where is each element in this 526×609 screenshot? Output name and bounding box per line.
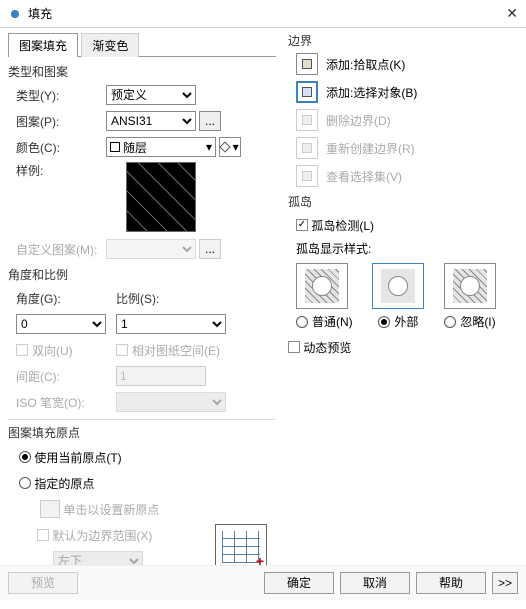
gap-input: 1	[116, 366, 206, 386]
remove-boundary-label: 删除边界(D)	[326, 112, 391, 129]
island-detect-checkbox[interactable]	[296, 219, 308, 231]
sample-label: 样例:	[16, 162, 106, 179]
use-current-label: 使用当前原点(T)	[34, 449, 121, 466]
island-style-label: 孤岛显示样式:	[296, 240, 496, 257]
island-normal-label: 普通(N)	[312, 313, 353, 330]
use-current-origin-radio[interactable]	[19, 451, 31, 463]
paperspace-label: 相对图纸空间(E)	[132, 342, 220, 359]
expand-button[interactable]: >>	[492, 572, 518, 594]
recreate-boundary-icon	[296, 137, 318, 159]
default-bound-checkbox	[37, 529, 49, 541]
type-select[interactable]: 预定义	[106, 85, 196, 105]
select-object-label[interactable]: 添加:选择对象(B)	[326, 84, 417, 101]
island-normal-button[interactable]	[296, 263, 348, 309]
group-type: 类型和图案 类型(Y): 预定义 图案(P): ANSI31 ... 颜色(C)…	[8, 63, 276, 260]
island-outer-button[interactable]	[372, 263, 424, 309]
bidir-label: 双向(U)	[32, 342, 73, 359]
view-selection-label: 查看选择集(V)	[326, 168, 402, 185]
custom-pattern-label: 自定义图案(M):	[16, 241, 106, 258]
island-detect-label: 孤岛检测(L)	[311, 217, 374, 234]
group-angle-title: 角度和比例	[8, 266, 276, 283]
island-normal-radio[interactable]	[296, 316, 308, 328]
group-boundary: 边界 添加:拾取点(K) 添加:选择对象(B) 删除边界(D) 重新创建边界(R…	[288, 32, 496, 187]
chevron-down-icon: ▾	[206, 140, 212, 154]
app-icon	[8, 7, 22, 21]
remove-boundary-icon	[296, 109, 318, 131]
angle-select[interactable]: 0	[16, 314, 106, 334]
help-button[interactable]: 帮助	[416, 572, 486, 594]
angle-label: 角度(G):	[16, 290, 116, 307]
origin-thumbnail	[215, 524, 267, 570]
click-set-label: 单击以设置新原点	[63, 501, 159, 518]
cancel-button[interactable]: 取消	[340, 572, 410, 594]
type-label: 类型(Y):	[16, 87, 106, 104]
group-origin-title: 图案填充原点	[8, 424, 276, 441]
ok-button[interactable]: 确定	[264, 572, 334, 594]
color-picker-button[interactable]: ▾	[219, 137, 241, 157]
specify-origin-radio[interactable]	[19, 477, 31, 489]
pick-point-label[interactable]: 添加:拾取点(K)	[326, 56, 405, 73]
titlebar: 填充 ✕	[0, 0, 526, 28]
pattern-swatch[interactable]	[126, 162, 196, 232]
color-swatch-icon	[110, 142, 120, 152]
island-ignore-radio[interactable]	[444, 316, 456, 328]
scale-label: 比例(S):	[116, 290, 206, 307]
island-outer-radio[interactable]	[378, 316, 390, 328]
specify-label: 指定的原点	[34, 475, 94, 492]
window-title: 填充	[28, 5, 52, 22]
custom-pattern-select	[106, 239, 196, 259]
color-value: 随层	[123, 139, 147, 156]
island-ignore-label: 忽略(I)	[460, 313, 495, 330]
pattern-select[interactable]: ANSI31	[106, 111, 196, 131]
pick-origin-button	[40, 500, 60, 518]
group-type-title: 类型和图案	[8, 63, 276, 80]
select-object-icon[interactable]	[296, 81, 318, 103]
pattern-browse-button[interactable]: ...	[199, 111, 221, 131]
close-icon[interactable]: ✕	[506, 5, 518, 22]
island-outer-label: 外部	[394, 313, 418, 330]
tab-hatch[interactable]: 图案填充	[8, 33, 78, 57]
group-angle: 角度和比例 角度(G): 比例(S): 0 1 双向(U) 相对图纸空间(E) …	[8, 266, 276, 413]
tab-gradient[interactable]: 渐变色	[81, 33, 139, 57]
island-title: 孤岛	[288, 193, 496, 210]
dynamic-preview-checkbox[interactable]	[288, 341, 300, 353]
pattern-label: 图案(P):	[16, 113, 106, 130]
bidir-checkbox	[16, 344, 28, 356]
color-label: 颜色(C):	[16, 139, 106, 156]
paperspace-checkbox	[116, 344, 128, 356]
scale-select[interactable]: 1	[116, 314, 226, 334]
iso-select	[116, 392, 226, 412]
recreate-boundary-label: 重新创建边界(R)	[326, 140, 415, 157]
view-selection-icon	[296, 165, 318, 187]
dynamic-preview-label: 动态预览	[303, 339, 351, 356]
custom-browse-button: ...	[199, 239, 221, 259]
preview-button: 预览	[8, 572, 78, 594]
pick-point-icon[interactable]	[296, 53, 318, 75]
iso-label: ISO 笔宽(O):	[16, 394, 116, 411]
island-ignore-button[interactable]	[444, 263, 496, 309]
footer: 预览 确定 取消 帮助 >>	[0, 565, 526, 600]
default-bound-label: 默认为边界范围(X)	[52, 527, 152, 544]
gap-label: 间距(C):	[16, 368, 116, 385]
tabs: 图案填充 渐变色	[8, 32, 276, 57]
group-island: 孤岛 孤岛检测(L) 孤岛显示样式: 普通(N) 外部 忽略(I)	[288, 193, 496, 330]
color-combo[interactable]: 随层 ▾	[106, 137, 216, 157]
boundary-title: 边界	[288, 32, 496, 49]
